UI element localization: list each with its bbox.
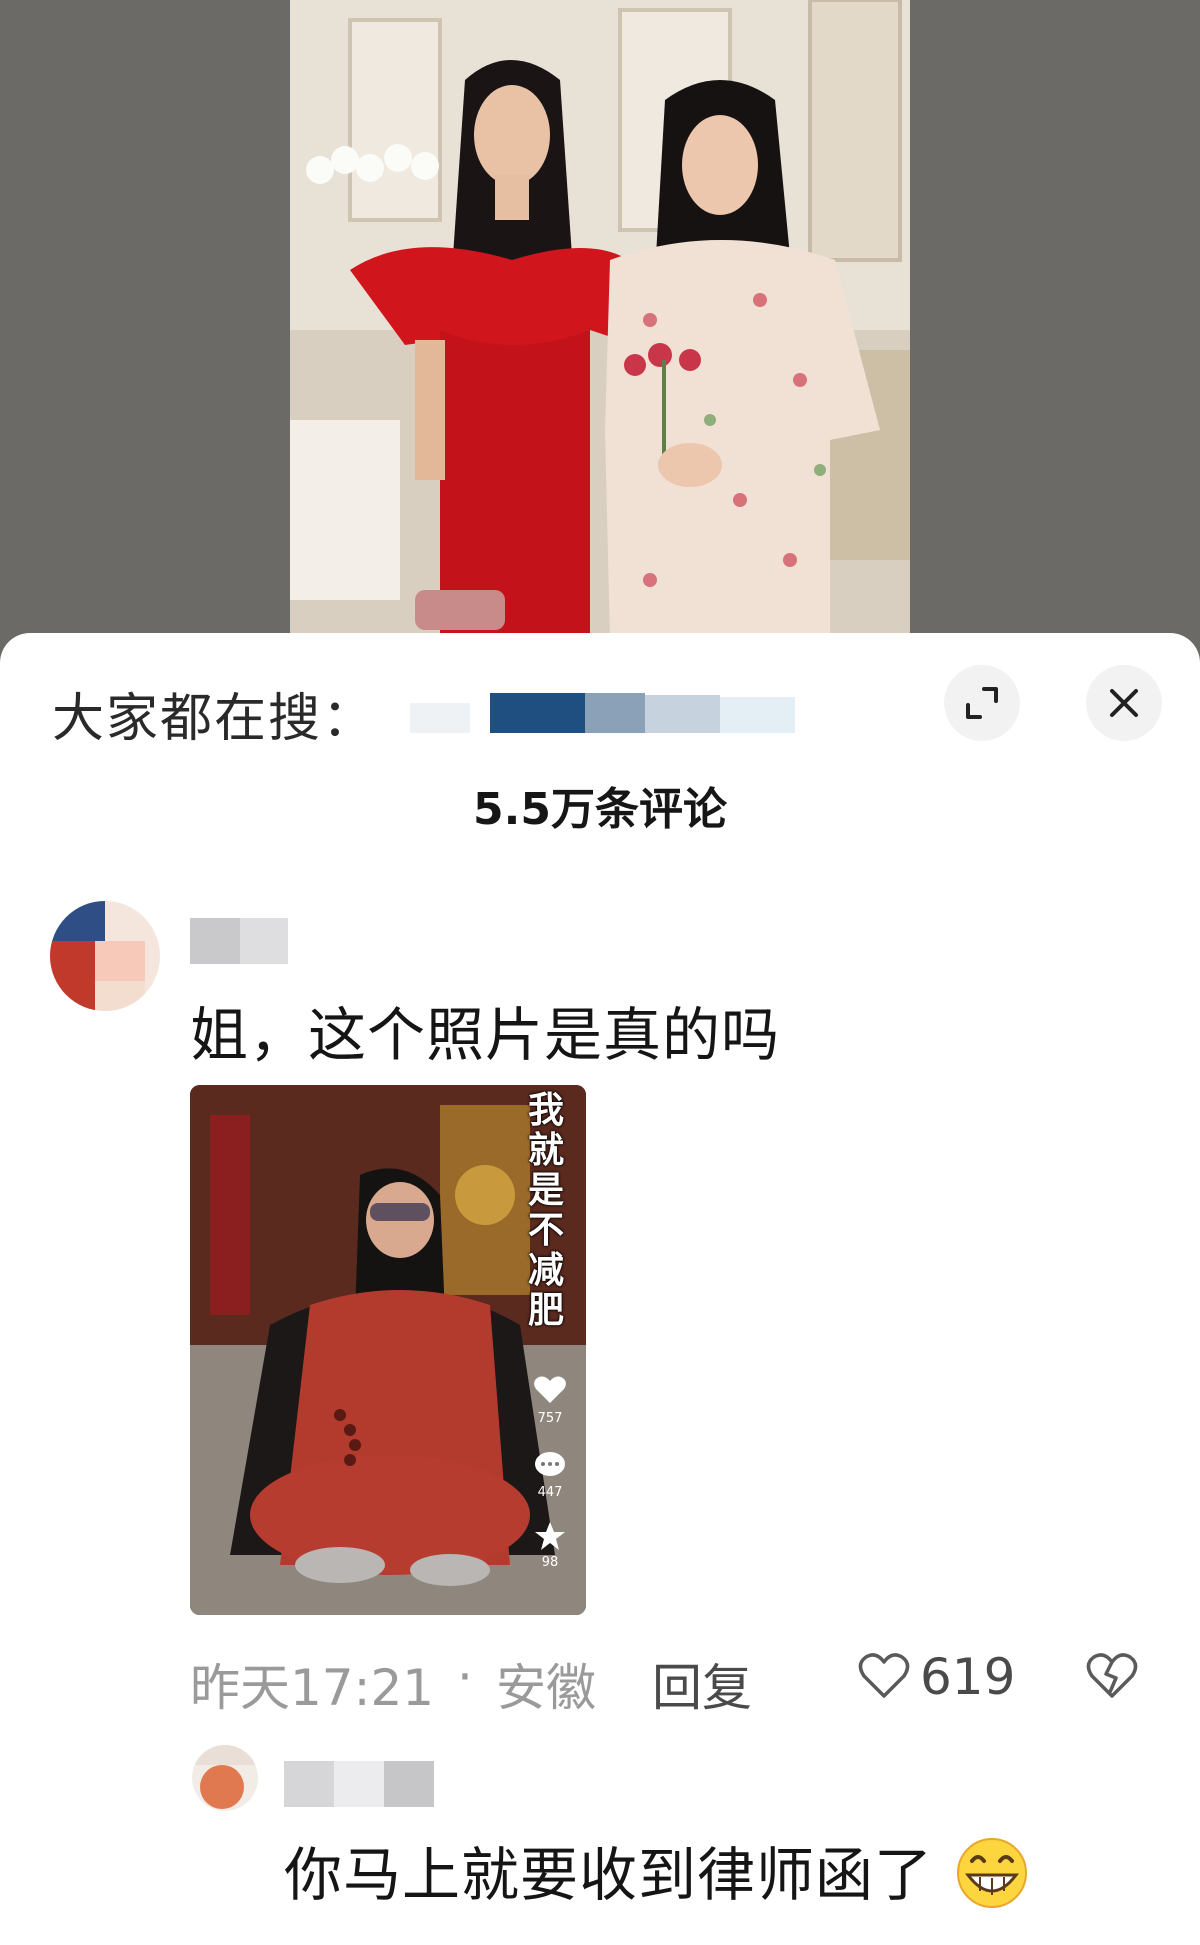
comments-sheet: 大家都在搜： 5.5万条评论 姐，这个照片是真的吗 我就是不减肥 757 447…: [0, 633, 1200, 1945]
video-background: [0, 0, 1200, 660]
avatar[interactable]: [50, 901, 160, 1011]
hero-photo-illustration: [290, 0, 910, 640]
heart-outline-icon: [858, 1653, 910, 1698]
comment-bubble-icon: [528, 1450, 572, 1484]
username-redacted[interactable]: [284, 1761, 434, 1807]
heart-icon: [528, 1375, 572, 1409]
search-suggestion-query-redacted[interactable]: [400, 683, 820, 743]
expand-button[interactable]: [944, 665, 1020, 741]
avatar-image: [192, 1745, 258, 1811]
grinning-face-icon: [957, 1838, 1028, 1908]
dislike-button[interactable]: [1086, 1652, 1138, 1712]
search-suggestion-label: 大家都在搜：: [52, 688, 377, 749]
expand-icon: [966, 687, 998, 719]
like-button[interactable]: [858, 1652, 910, 1712]
comment-time: 昨天17:21: [190, 1659, 435, 1717]
avatar[interactable]: [192, 1745, 258, 1811]
close-button[interactable]: [1086, 665, 1162, 741]
comment-attached-image[interactable]: 我就是不减肥 757 447 98: [190, 1085, 586, 1615]
comment-location: 安徽: [496, 1659, 596, 1717]
username-redacted[interactable]: [190, 918, 288, 964]
reply-text-content: 你马上就要收到律师函了: [284, 1841, 934, 1909]
hero-photo[interactable]: [290, 0, 910, 640]
attached-favorite-count: 98: [541, 1555, 559, 1570]
broken-heart-icon: [1086, 1653, 1138, 1698]
like-count: 619: [920, 1648, 1016, 1706]
comment-count-title: 5.5万条评论: [473, 784, 727, 835]
star-icon: [528, 1520, 572, 1556]
attached-image-caption: 我就是不减肥: [528, 1090, 565, 1331]
avatar-image: [50, 901, 160, 1011]
attached-image-illustration: [190, 1085, 586, 1615]
attached-like-count: 757: [537, 1411, 563, 1426]
comment-meta-row: 昨天17:21 · 安徽 回复 619: [190, 1648, 1150, 1718]
reply-button[interactable]: 回复: [652, 1648, 752, 1720]
comment-text: 姐，这个照片是真的吗: [190, 1001, 781, 1069]
reply-text: 你马上就要收到律师函了: [284, 1828, 1030, 1912]
search-suggestion-bar[interactable]: 大家都在搜：: [52, 673, 820, 753]
close-icon: [1110, 689, 1138, 717]
meta-separator: ·: [457, 1648, 473, 1706]
attached-comment-count: 447: [537, 1485, 563, 1500]
